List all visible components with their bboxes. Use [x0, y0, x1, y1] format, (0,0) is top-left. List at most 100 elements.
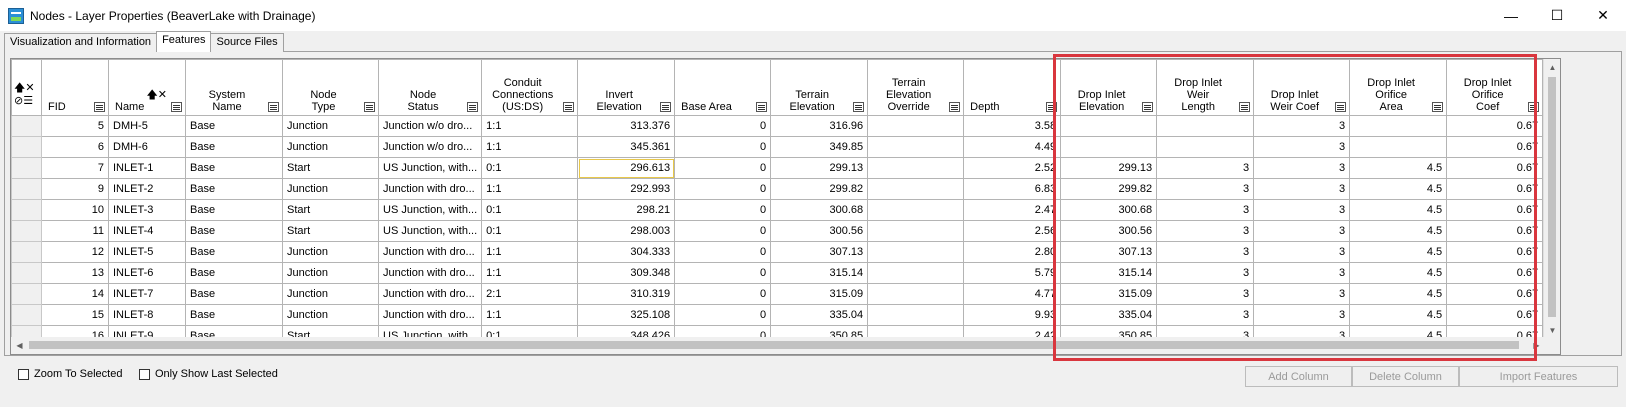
table-cell[interactable]: US Junction, with... [377, 220, 483, 242]
column-header[interactable]: System Name [185, 59, 283, 116]
table-cell[interactable]: 9.93 [963, 304, 1062, 326]
table-row[interactable]: 5 DMH-5 Base Junction Junction w/o dro... 1:1… [11, 115, 1544, 137]
table-cell[interactable]: INLET-8 [108, 304, 186, 326]
table-cell[interactable]: Start [282, 199, 379, 221]
close-button[interactable]: ✕ [1580, 0, 1626, 31]
table-cell[interactable]: 6 [41, 136, 109, 158]
column-header[interactable]: Drop Inlet Orifice Coef [1446, 59, 1544, 116]
table-cell[interactable]: INLET-5 [108, 241, 186, 263]
table-cell[interactable]: 0 [674, 199, 772, 221]
column-header[interactable]: Drop Inlet Weir Length [1156, 59, 1255, 116]
table-row[interactable]: 11 INLET-4 Base Start US Junction, with... 0:… [11, 220, 1544, 242]
table-cell[interactable]: 4.5 [1349, 220, 1448, 242]
table-cell[interactable]: 316.96 [770, 115, 869, 137]
tab-visualization[interactable]: Visualization and Information [4, 33, 158, 52]
table-cell[interactable]: 3 [1253, 136, 1351, 158]
table-cell[interactable]: 3 [1253, 157, 1351, 179]
sort-arrow-icon[interactable]: 🡅✕ [146, 90, 167, 101]
table-cell[interactable]: Junction [282, 178, 379, 200]
table-cell[interactable]: 11 [41, 220, 109, 242]
table-cell[interactable]: 300.56 [1060, 220, 1158, 242]
column-header[interactable]: Node Status [377, 59, 483, 116]
table-cell[interactable]: 2.80 [963, 241, 1062, 263]
table-cell[interactable]: 3 [1253, 241, 1351, 263]
table-cell[interactable]: 300.68 [1060, 199, 1158, 221]
table-cell[interactable]: 2.52 [963, 157, 1062, 179]
table-cell[interactable]: 349.85 [770, 136, 869, 158]
table-cell[interactable]: 0 [674, 157, 772, 179]
table-cell[interactable]: 0.67 [1446, 178, 1544, 200]
table-cell[interactable]: Base [185, 241, 283, 263]
table-row[interactable]: 15 INLET-8 Base Junction Junction with dro..… [11, 304, 1544, 326]
table-cell[interactable]: Base [185, 304, 283, 326]
column-header[interactable]: Depth [963, 59, 1062, 116]
table-cell[interactable]: Junction [282, 136, 379, 158]
table-cell[interactable]: 0.67 [1446, 199, 1544, 221]
table-cell[interactable]: 3 [1156, 283, 1255, 305]
table-cell[interactable]: 3 [1156, 262, 1255, 284]
table-cell[interactable]: 1:1 [481, 304, 579, 326]
table-cell[interactable]: 3 [1253, 220, 1351, 242]
table-cell[interactable]: Base [185, 283, 283, 305]
table-row[interactable]: 13 INLET-6 Base Junction Junction with dro..… [11, 262, 1544, 284]
table-cell[interactable]: 0.67 [1446, 220, 1544, 242]
row-selector[interactable] [11, 178, 42, 200]
table-cell[interactable]: 0 [674, 283, 772, 305]
table-cell[interactable]: Base [185, 157, 283, 179]
column-filter-icon[interactable] [1142, 102, 1154, 112]
table-cell[interactable]: 9 [41, 178, 109, 200]
column-header[interactable]: Drop Inlet Elevation [1060, 59, 1158, 116]
column-filter-icon[interactable] [1239, 102, 1251, 112]
table-cell[interactable]: 4.5 [1349, 178, 1448, 200]
column-filter-icon[interactable] [853, 102, 865, 112]
table-cell[interactable]: Junction [282, 304, 379, 326]
table-cell[interactable]: 13 [41, 262, 109, 284]
table-cell[interactable]: Junction w/o dro... [377, 115, 483, 137]
table-cell[interactable]: 7 [41, 157, 109, 179]
table-cell[interactable]: 3 [1253, 304, 1351, 326]
table-cell[interactable]: 0.67 [1446, 157, 1544, 179]
table-cell[interactable]: 2.56 [963, 220, 1062, 242]
table-cell[interactable]: 1:1 [481, 115, 579, 137]
table-cell[interactable]: 0.67 [1446, 136, 1544, 158]
column-header[interactable]: Drop Inlet Weir Coef [1253, 59, 1351, 116]
vertical-scrollbar[interactable]: ▲ ▼ [1543, 59, 1560, 339]
table-cell[interactable]: 3 [1156, 178, 1255, 200]
table-cell[interactable]: US Junction, with... [377, 199, 483, 221]
column-header[interactable]: Terrain Elevation Override [867, 59, 965, 116]
add-column-button[interactable]: Add Column [1245, 366, 1352, 387]
table-cell[interactable]: 2.47 [963, 199, 1062, 221]
table-cell[interactable]: 1:1 [481, 136, 579, 158]
import-features-button[interactable]: Import Features [1459, 366, 1618, 387]
table-cell[interactable]: 309.348 [577, 262, 676, 284]
table-row[interactable]: 9 INLET-2 Base Junction Junction with dro...… [11, 178, 1544, 200]
table-cell[interactable]: 0 [674, 136, 772, 158]
table-cell[interactable]: 1:1 [481, 241, 579, 263]
table-cell[interactable]: 3 [1156, 220, 1255, 242]
row-selector[interactable] [11, 262, 42, 284]
column-header[interactable]: Conduit Connections (US:DS) [481, 59, 579, 116]
table-cell[interactable]: 14 [41, 283, 109, 305]
horizontal-scroll-thumb[interactable] [29, 341, 1519, 349]
row-selector[interactable] [11, 136, 42, 158]
table-cell[interactable]: Base [185, 115, 283, 137]
table-cell[interactable] [1060, 115, 1158, 137]
table-cell[interactable]: 0:1 [481, 157, 579, 179]
row-selector[interactable] [11, 157, 42, 179]
table-cell[interactable]: Base [185, 262, 283, 284]
column-filter-icon[interactable] [364, 102, 375, 112]
column-filter-icon[interactable] [171, 102, 182, 112]
table-cell[interactable]: 6.83 [963, 178, 1062, 200]
table-cell[interactable]: 0.67 [1446, 283, 1544, 305]
table-cell[interactable]: 299.13 [1060, 157, 1158, 179]
table-cell[interactable]: 0 [674, 178, 772, 200]
minimize-button[interactable]: — [1488, 0, 1534, 31]
column-header[interactable]: FID [41, 59, 109, 116]
column-filter-icon[interactable] [756, 102, 768, 112]
column-filter-icon[interactable] [94, 102, 105, 112]
row-selector[interactable] [11, 115, 42, 137]
table-cell[interactable] [1156, 115, 1255, 137]
row-selector[interactable] [11, 304, 42, 326]
table-cell[interactable] [867, 136, 965, 158]
table-cell[interactable]: 299.13 [770, 157, 869, 179]
